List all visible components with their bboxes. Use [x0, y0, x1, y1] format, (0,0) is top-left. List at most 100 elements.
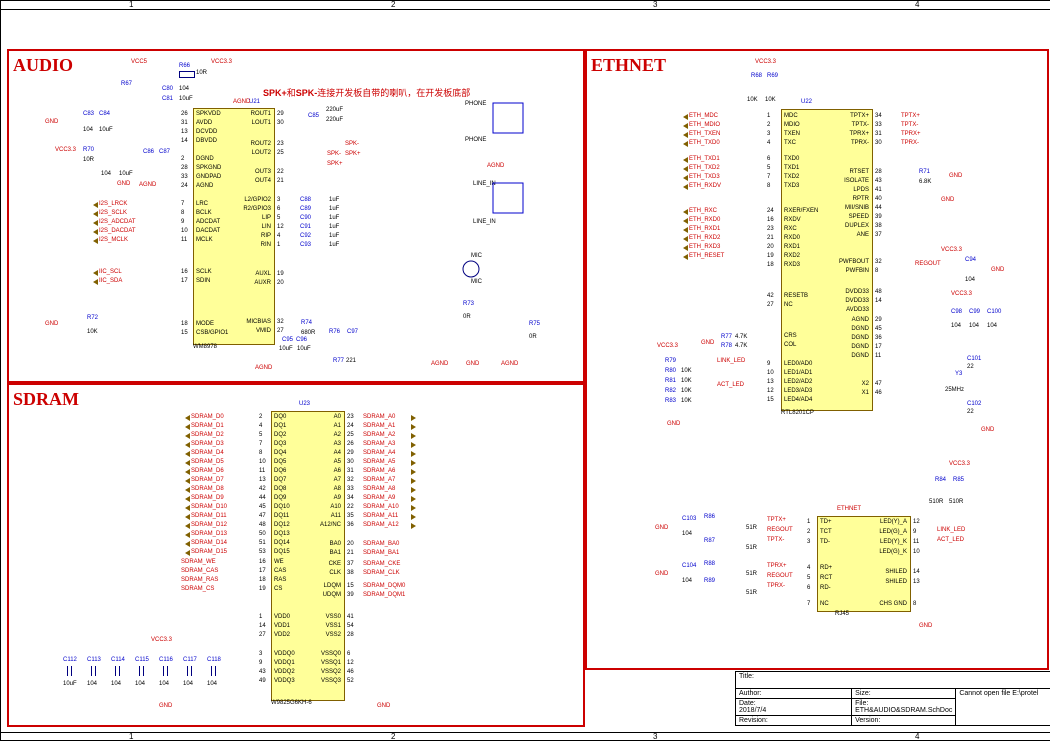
- pin-number: 45: [875, 326, 882, 332]
- pin-name: A5: [291, 459, 341, 465]
- cap-icon: [115, 666, 121, 676]
- pin-number: 19: [277, 271, 284, 277]
- pin-name: A11: [291, 513, 341, 519]
- eth-title: ETHNET: [591, 55, 666, 76]
- net-port-icon: [683, 123, 688, 129]
- cap-val: 104: [207, 681, 217, 687]
- cap-ref: C90: [300, 215, 311, 221]
- pin-number: 5: [807, 575, 810, 581]
- pin-name: X2: [819, 381, 869, 387]
- net-label: SDRAM_A0: [363, 414, 395, 420]
- pin-number: 18: [259, 577, 266, 583]
- net-port-icon: [93, 238, 98, 244]
- pin-number: 1: [807, 519, 810, 525]
- pin-number: 29: [277, 111, 284, 117]
- pin-number: 31: [347, 468, 354, 474]
- pin-number: 10: [181, 228, 188, 234]
- pin-name: LIP: [221, 215, 271, 221]
- phone1: PHONE: [465, 101, 486, 107]
- cap-val: 104: [111, 681, 121, 687]
- pin-number: 35: [347, 513, 354, 519]
- pin-number: 7: [259, 441, 262, 447]
- net-port-icon: [411, 478, 416, 484]
- col-1-bot: 1: [129, 732, 133, 741]
- pin-number: 43: [875, 178, 882, 184]
- pin-number: 12: [913, 519, 920, 525]
- cap-icon: [211, 666, 217, 676]
- pin-number: 47: [875, 381, 882, 387]
- pin-name: DGND: [819, 353, 869, 359]
- cap-ref: C115: [135, 657, 149, 663]
- pin-name: VSSQ0: [291, 651, 341, 657]
- net-port-icon: [683, 218, 688, 224]
- pin-number: 8: [181, 210, 184, 216]
- pin-number: 23: [277, 141, 284, 147]
- net-label: SDRAM_A3: [363, 441, 395, 447]
- pin-number: 38: [875, 223, 882, 229]
- c85: C85: [308, 113, 319, 119]
- col-3-top: 3: [653, 0, 657, 9]
- pin-number: 43: [259, 669, 266, 675]
- net-port-icon: [185, 523, 190, 529]
- pin-number: 27: [767, 302, 774, 308]
- pin-number: 10: [259, 459, 266, 465]
- u23-ref: U23: [299, 401, 310, 407]
- net-port-icon: [683, 254, 688, 260]
- net-label: SDRAM_D5: [191, 459, 224, 465]
- r67: R67: [121, 81, 132, 87]
- net-label: ETH_MDC: [689, 113, 718, 119]
- net-port-icon: [185, 505, 190, 511]
- pin-number: 22: [347, 504, 354, 510]
- net-port-icon: [683, 141, 688, 147]
- pin-name: LED(G)_K: [857, 549, 907, 555]
- pin-number: 1: [767, 113, 770, 119]
- pin-name: DGND: [819, 344, 869, 350]
- pin-number: 42: [767, 293, 774, 299]
- pin-name: RPTR: [819, 196, 869, 202]
- net-label: SDRAM_D4: [191, 450, 224, 456]
- pin-number: 31: [181, 120, 188, 126]
- net-label: ETH_TXD0: [689, 140, 720, 146]
- pin-number: 25: [277, 150, 284, 156]
- net-label: SDRAM_A9: [363, 495, 395, 501]
- pin-name: UDQM: [291, 592, 341, 598]
- pin-name: LOUT1: [221, 120, 271, 126]
- net-label: SDRAM_D2: [191, 432, 224, 438]
- col-1-top: 1: [129, 0, 133, 9]
- pin-number: 8: [913, 601, 916, 607]
- pin-number: 33: [181, 174, 188, 180]
- cap-icon: [163, 666, 169, 676]
- pin-number: 49: [259, 678, 266, 684]
- net-label: ETH_TXD3: [689, 174, 720, 180]
- cap-ref: C116: [159, 657, 173, 663]
- net-port-icon: [185, 469, 190, 475]
- net-port-icon: [683, 166, 688, 172]
- cap-ref: C89: [300, 206, 311, 212]
- pin-name: VSS0: [291, 614, 341, 620]
- cap-ref: C117: [183, 657, 197, 663]
- pin-number: 11: [181, 237, 187, 243]
- net-port-icon: [185, 541, 190, 547]
- cap-ref: C88: [300, 197, 311, 203]
- pin-number: 6: [277, 206, 280, 212]
- pin-name: CLK: [291, 570, 341, 576]
- net-port-icon: [411, 424, 416, 430]
- r76: R76: [329, 329, 340, 335]
- pin-name: DCVDD: [196, 129, 256, 135]
- pin-name: TPRX+: [819, 131, 869, 137]
- pin-name: SPEED: [819, 214, 869, 220]
- net-label: TPRX+: [901, 131, 921, 137]
- pin-number: 4: [807, 565, 810, 571]
- pin-number: 26: [181, 111, 188, 117]
- cap-val: 104: [159, 681, 169, 687]
- pin-number: 24: [181, 183, 188, 189]
- pin-number: 14: [259, 623, 266, 629]
- tb-title-label: Title:: [739, 673, 754, 680]
- net-port-icon: [683, 175, 688, 181]
- pin-name: DVDD33: [819, 298, 869, 304]
- pin-number: 41: [875, 187, 882, 193]
- pin-number: 11: [875, 353, 881, 359]
- pin-number: 3: [767, 131, 770, 137]
- sdram-title: SDRAM: [13, 389, 79, 410]
- net-label: TPTX+: [901, 113, 920, 119]
